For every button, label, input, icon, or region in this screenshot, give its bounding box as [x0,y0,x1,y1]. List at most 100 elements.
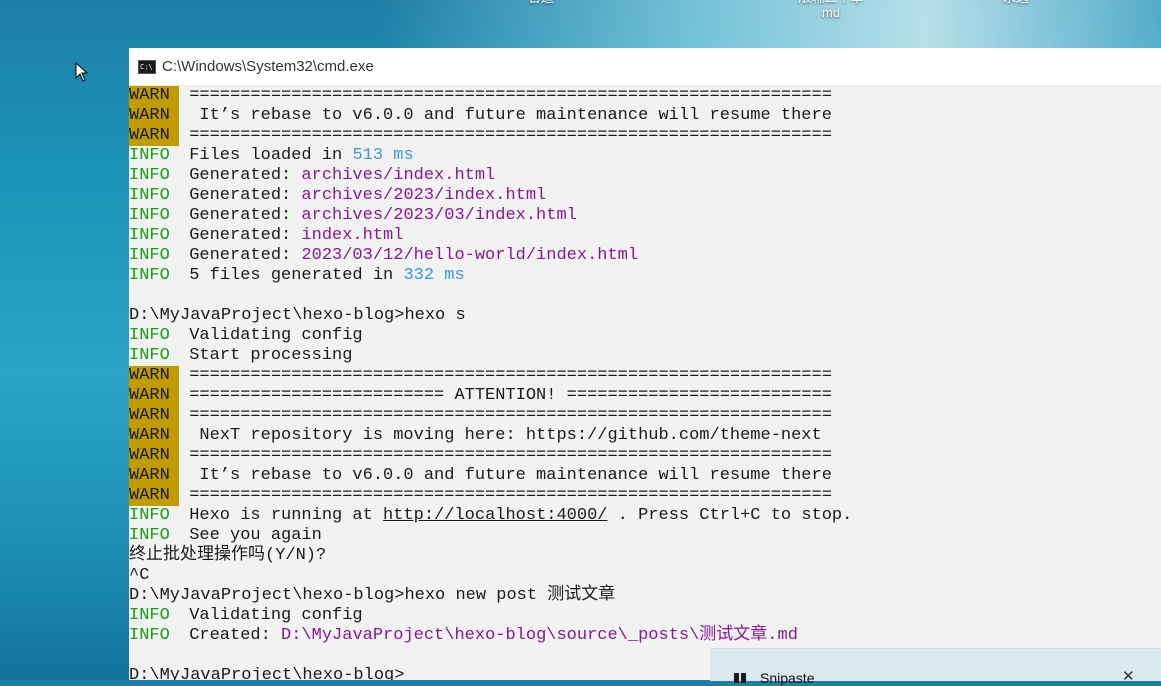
warn-tag: WARN [129,466,179,486]
console-path: archives/2023/index.html [301,186,547,205]
console-output[interactable]: WARN ===================================… [129,86,1161,680]
console-line: WARN ========================= ATTENTION… [129,386,1161,406]
console-line: WARN NexT repository is moving here: htt… [129,426,1161,446]
console-line: INFO Hexo is running at http://localhost… [129,506,1161,526]
console-text: 5 files generated in [179,266,404,285]
console-text: Generated: [179,186,302,205]
console-duration: 332 ms [403,266,465,285]
console-path: index.html [301,226,404,245]
console-line: INFO 5 files generated in 332 ms [129,266,1161,286]
console-duration: 513 ms [352,146,414,165]
info-tag: INFO [129,506,170,525]
console-line: WARN ===================================… [129,446,1161,466]
console-text: ========================================… [179,446,832,465]
snipaste-notification[interactable]: Snipaste ✕ [710,648,1161,686]
warn-tag: WARN [129,126,179,146]
console-line: INFO Validating config [129,326,1161,346]
console-text: ^C [129,566,150,585]
console-path: archives/index.html [301,166,496,185]
console-text: ========================================… [179,366,832,385]
console-line: D:\MyJavaProject\hexo-blog>hexo s [129,306,1161,326]
mouse-cursor-icon [75,62,89,82]
console-line: D:\MyJavaProject\hexo-blog>hexo new post… [129,586,1161,606]
cmd-icon: C:\ [138,59,156,74]
console-text: ========================= ATTENTION! ===… [179,386,832,405]
warn-tag: WARN [129,106,179,126]
console-line: ^C [129,566,1161,586]
warn-tag: WARN [129,446,179,466]
console-link[interactable]: http://localhost:4000/ [383,506,607,525]
warn-tag: WARN [129,406,179,426]
console-line: INFO Created: D:\MyJavaProject\hexo-blog… [129,626,1161,646]
console-line: INFO Generated: 2023/03/12/hello-world/i… [129,246,1161,266]
info-tag: INFO [129,346,170,365]
info-tag: INFO [129,166,170,185]
window-titlebar[interactable]: C:\ C:\Windows\System32\cmd.exe [129,48,1161,86]
console-text: 终止批处理操作吗(Y/N)? [129,546,327,565]
warn-tag: WARN [129,386,179,406]
console-text: It’s rebase to v6.0.0 and future mainten… [179,466,832,485]
console-text: It’s rebase to v6.0.0 and future mainten… [179,106,832,125]
console-line: INFO Generated: archives/index.html [129,166,1161,186]
warn-tag: WARN [129,486,179,506]
console-line: INFO Validating config [129,606,1161,626]
console-text: See you again [179,526,322,545]
console-path: archives/2023/03/index.html [301,206,577,225]
desktop-wallpaper [380,0,1161,48]
info-tag: INFO [129,326,170,345]
console-text: ========================================… [179,126,832,145]
snipaste-icon [734,673,746,683]
info-tag: INFO [129,186,170,205]
console-text: D:\MyJavaProject\hexo-blog>hexo s [129,306,466,325]
console-text: Generated: [179,166,302,185]
info-tag: INFO [129,526,170,545]
window-title: C:\Windows\System32\cmd.exe [162,58,374,75]
warn-tag: WARN [129,366,179,386]
console-text: . Press Ctrl+C to stop. [607,506,853,525]
console-line: INFO Generated: index.html [129,226,1161,246]
console-text: Generated: [179,246,302,265]
info-tag: INFO [129,206,170,225]
console-line: WARN ===================================… [129,366,1161,386]
desktop-icon-label[interactable]: 永远 [1003,0,1029,5]
snipaste-title: Snipaste [760,670,815,686]
console-text: Generated: [179,226,302,245]
info-tag: INFO [129,226,170,245]
console-line: INFO Start processing [129,346,1161,366]
console-text: Files loaded in [179,146,353,165]
console-text: D:\MyJavaProject\hexo-blog>hexo new post… [129,586,616,605]
console-text: Generated: [179,206,302,225]
desktop-icon-label[interactable]: 版辅二个单 md [786,0,876,20]
console-line: WARN It’s rebase to v6.0.0 and future ma… [129,466,1161,486]
info-tag: INFO [129,146,170,165]
warn-tag: WARN [129,426,179,446]
console-line: INFO Generated: archives/2023/index.html [129,186,1161,206]
cmd-window[interactable]: C:\ C:\Windows\System32\cmd.exe WARN ===… [129,48,1161,680]
info-tag: INFO [129,246,170,265]
desktop-icon-label[interactable]: 合适 [528,0,554,5]
console-line: INFO Generated: archives/2023/03/index.h… [129,206,1161,226]
info-tag: INFO [129,626,170,645]
console-line: WARN ===================================… [129,486,1161,506]
console-text: Validating config [179,326,363,345]
console-path: D:\MyJavaProject\hexo-blog\source\_posts… [281,626,798,645]
console-text: D:\MyJavaProject\hexo-blog> [129,666,405,680]
console-line: WARN ===================================… [129,86,1161,106]
close-icon[interactable]: ✕ [1122,667,1135,685]
console-text: Created: [179,626,282,645]
console-text: ========================================… [179,86,832,105]
console-text: ========================================… [179,486,832,505]
console-line: INFO Files loaded in 513 ms [129,146,1161,166]
console-path: 2023/03/12/hello-world/index.html [301,246,639,265]
console-line: WARN ===================================… [129,406,1161,426]
console-text: NexT repository is moving here: https://… [179,426,822,445]
console-line: WARN ===================================… [129,126,1161,146]
console-text: Start processing [179,346,353,365]
console-line: WARN It’s rebase to v6.0.0 and future ma… [129,106,1161,126]
info-tag: INFO [129,266,170,285]
console-text: ========================================… [179,406,832,425]
info-tag: INFO [129,606,170,625]
warn-tag: WARN [129,86,179,106]
console-line: 终止批处理操作吗(Y/N)? [129,546,1161,566]
